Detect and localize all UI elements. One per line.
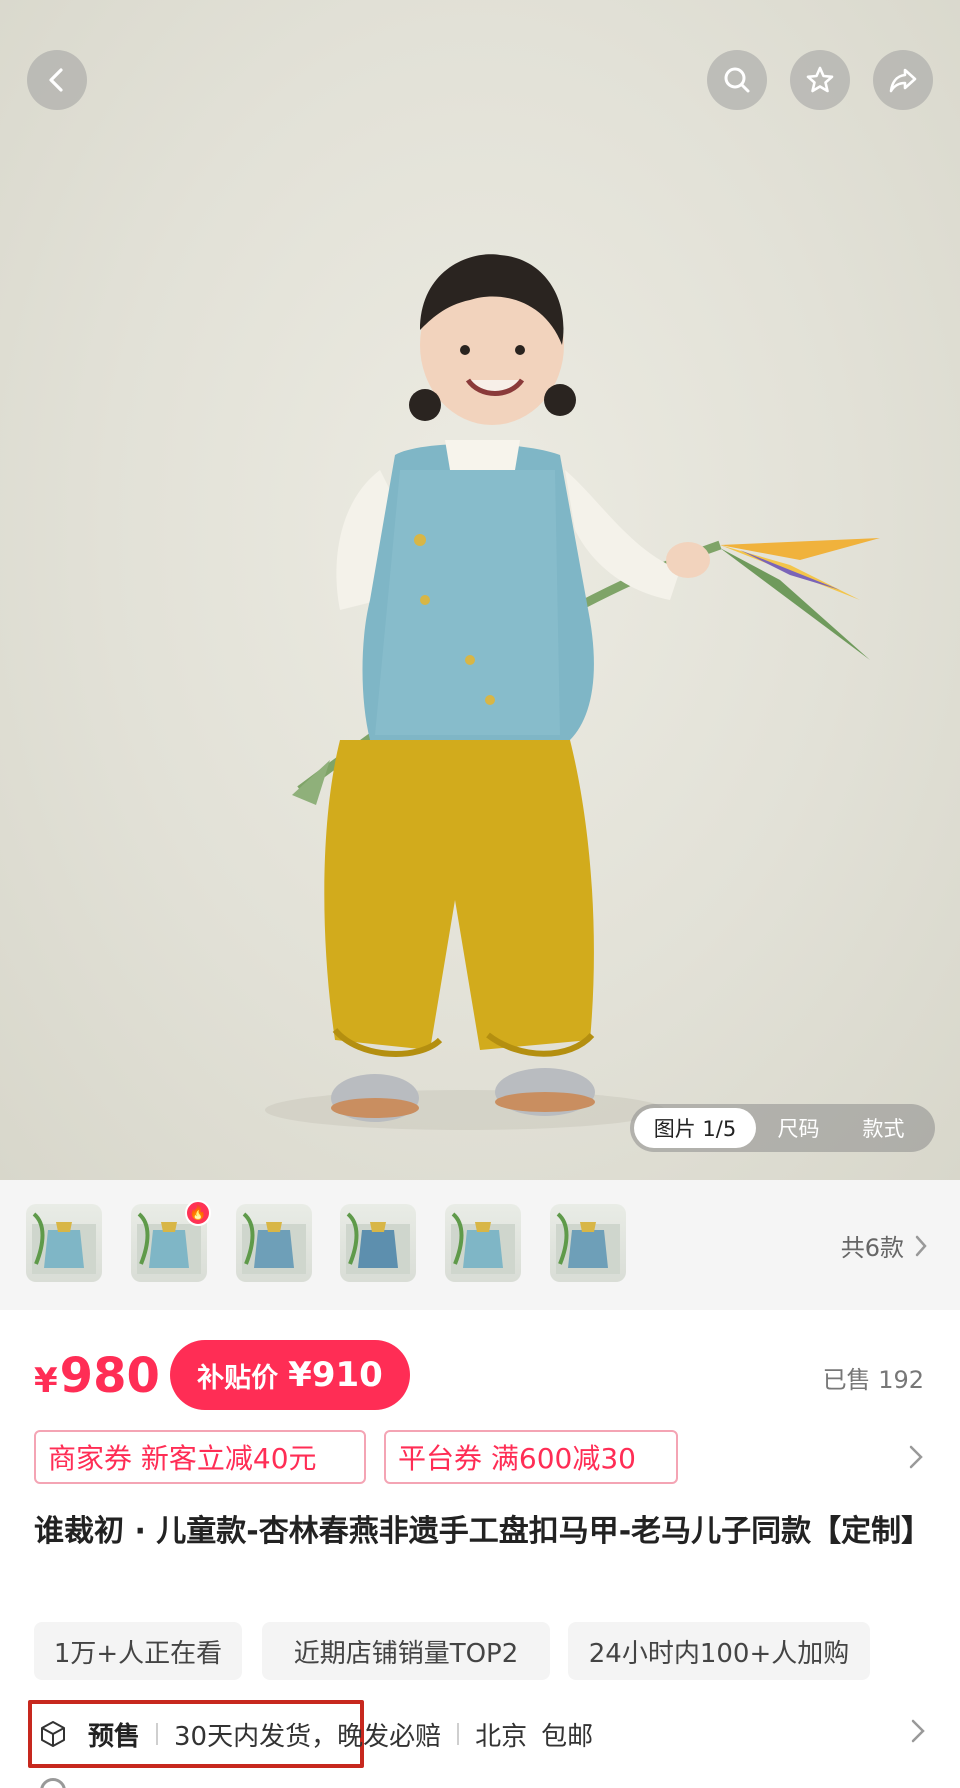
tab-style[interactable]: 款式 <box>841 1108 926 1148</box>
sales-rank-tag: 近期店铺销量TOP2 <box>262 1622 550 1680</box>
share-button[interactable] <box>873 50 933 110</box>
tab-images[interactable]: 图片 1/5 <box>634 1108 756 1148</box>
chevron-right-icon <box>915 1235 927 1256</box>
viewers-tag: 1万+人正在看 <box>34 1622 242 1680</box>
chevron-right-icon[interactable] <box>908 1716 928 1746</box>
search-button[interactable] <box>707 50 767 110</box>
variant-thumbnail-strip: 🔥 共6款 <box>0 1180 960 1310</box>
variant-count-label: 共6款 <box>840 1234 904 1262</box>
variant-count-link[interactable]: 共6款 <box>841 1228 928 1263</box>
star-icon <box>806 66 834 93</box>
chevron-right-icon[interactable] <box>906 1442 926 1472</box>
presale-label: 预售 <box>88 1721 141 1752</box>
flame-icon: 🔥 <box>185 1200 211 1226</box>
variant-thumbnail[interactable] <box>445 1204 521 1282</box>
platform-coupon[interactable]: 平台券 满600减30 <box>384 1430 678 1484</box>
merchant-coupon[interactable]: 商家券 新客立减40元 <box>34 1430 366 1484</box>
vest-image <box>32 1212 96 1274</box>
back-button[interactable] <box>27 50 87 110</box>
subsidy-label: 补贴价 <box>197 1362 279 1394</box>
divider <box>156 1723 159 1745</box>
currency-symbol: ¥ <box>34 1361 58 1401</box>
vest-image <box>451 1212 515 1274</box>
ship-from-location: 北京 <box>475 1721 528 1752</box>
variant-thumbnail[interactable] <box>550 1204 626 1282</box>
variant-thumbnail[interactable] <box>340 1204 416 1282</box>
divider <box>457 1723 460 1745</box>
subsidy-price: ¥910 <box>288 1355 383 1395</box>
cart-adds-tag: 24小时内100+人加购 <box>568 1622 870 1680</box>
product-photo <box>265 254 880 1130</box>
subsidy-price-badge: 补贴价 ¥910 <box>170 1340 410 1410</box>
variant-thumbnail[interactable] <box>26 1204 102 1282</box>
vest-image <box>242 1212 306 1274</box>
vest-image <box>346 1212 410 1274</box>
variant-thumbnail[interactable]: 🔥 <box>131 1200 211 1282</box>
late-delivery-guarantee: 晚发必赔 <box>337 1721 442 1752</box>
variant-thumbnail[interactable] <box>236 1204 312 1282</box>
shipping-row[interactable]: 预售 30天内发货， 晚发必赔 北京 包邮 <box>0 1700 960 1768</box>
sold-count: 已售 192 <box>822 1366 924 1394</box>
product-title: 谁裁初 · 儿童款-杏林春燕非遗手工盘扣马甲-老马儿子同款【定制】 <box>34 1514 932 1549</box>
product-hero-image[interactable]: 图片 1/5 尺码 款式 <box>0 0 960 1180</box>
price: ¥ 980 <box>34 1348 160 1404</box>
price-row: ¥ 980 补贴价 ¥910 已售 192 <box>0 1340 960 1412</box>
chevron-left-icon <box>49 68 63 92</box>
price-amount: 980 <box>59 1348 160 1404</box>
media-tab-bar: 图片 1/5 尺码 款式 <box>630 1104 935 1152</box>
free-shipping: 包邮 <box>541 1721 594 1752</box>
next-row-icon <box>40 1778 66 1788</box>
package-icon <box>41 1721 65 1747</box>
tab-size[interactable]: 尺码 <box>756 1108 841 1148</box>
delivery-time: 30天内发货， <box>174 1721 338 1752</box>
share-arrow-icon <box>889 68 917 93</box>
vest-image <box>556 1212 620 1274</box>
coupon-row[interactable]: 商家券 新客立减40元 平台券 满600减30 <box>34 1430 934 1484</box>
favorite-button[interactable] <box>790 50 850 110</box>
search-icon <box>724 67 750 93</box>
